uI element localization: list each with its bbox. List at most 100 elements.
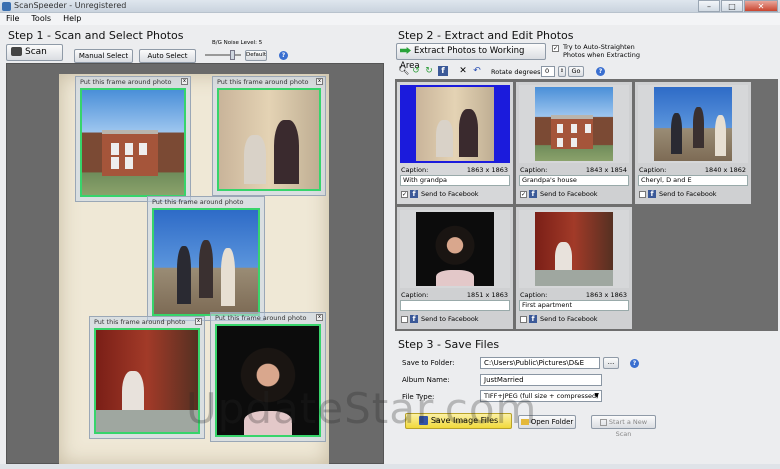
frame-label: Put this frame around photo [215, 314, 307, 322]
scanned-photo-house [80, 88, 186, 197]
facebook-icon: f [410, 315, 418, 323]
menu-file[interactable]: File [6, 13, 19, 25]
thumb-image [654, 87, 732, 161]
facebook-checkbox[interactable]: ✓ [520, 190, 527, 198]
scanned-photo-family [152, 208, 260, 316]
facebook-label: Send to Facebook [540, 190, 598, 198]
facebook-icon: f [529, 315, 537, 323]
browse-button[interactable]: ... [603, 357, 619, 369]
maximize-button[interactable]: □ [721, 0, 743, 12]
facebook-checkbox[interactable] [639, 190, 646, 198]
caption-label: Caption: [520, 166, 548, 174]
photo-thumb[interactable] [400, 85, 510, 163]
caption-input[interactable]: Grandpa's house [519, 175, 629, 186]
send-to-facebook[interactable]: f Send to Facebook [520, 315, 598, 323]
photo-thumb[interactable] [519, 210, 629, 288]
watermark: UpdateStar.com [186, 384, 538, 433]
auto-straighten-check[interactable]: ✓ [552, 45, 559, 52]
photo-card[interactable]: Caption: 1863 x 1863 First apartment f Se… [516, 207, 632, 329]
photo-card[interactable]: Caption: 1843 x 1854 Grandpa's house ✓ f S… [516, 82, 632, 204]
app-icon [2, 2, 11, 11]
manual-select-label: Manual Select [78, 52, 129, 60]
caption-input[interactable] [400, 300, 510, 311]
caption-input[interactable]: First apartment [519, 300, 629, 311]
photo-card[interactable]: Caption: 1863 x 1863 With grandpa ✓ f Send… [397, 82, 513, 204]
photo-dimensions: 1851 x 1863 [466, 291, 508, 299]
zoom-icon[interactable]: 🔍︎ [398, 66, 409, 76]
noise-slider-thumb[interactable] [230, 50, 235, 60]
facebook-icon: f [648, 190, 656, 198]
photo-card[interactable]: Caption: 1840 x 1862 Cheryl, D and E f Se… [635, 82, 751, 204]
photo-dimensions: 1863 x 1863 [466, 166, 508, 174]
thumb-image [416, 87, 494, 161]
auto-select-button[interactable]: Auto Select [139, 49, 196, 63]
photo-thumb[interactable] [638, 85, 748, 163]
extract-photos-button[interactable]: Extract Photos to Working Area [396, 43, 546, 71]
step2-heading: Step 2 - Extract and Edit Photos [398, 29, 574, 42]
facebook-label: Send to Facebook [540, 315, 598, 323]
frame-close-icon[interactable]: x [316, 78, 323, 85]
send-to-facebook[interactable]: ✓ f Send to Facebook [520, 190, 598, 198]
start-new-scan-button[interactable]: Start a New Scan [591, 415, 656, 438]
manual-select-button[interactable]: Manual Select [74, 49, 133, 63]
window-title: ScanSpeeder - Unregistered [14, 1, 127, 10]
photo-frame-3[interactable]: Put this frame around photo [147, 196, 265, 321]
frame-label: Put this frame around photo [94, 318, 186, 326]
photo-dimensions: 1843 x 1854 [585, 166, 627, 174]
photo-card[interactable]: Caption: 1851 x 1863 f Send to Facebook [397, 207, 513, 329]
menu-help[interactable]: Help [63, 13, 81, 25]
undo-icon[interactable]: ↶ [472, 66, 482, 76]
facebook-label: Send to Facebook [421, 315, 479, 323]
caption-label: Caption: [520, 291, 548, 299]
send-to-facebook[interactable]: f Send to Facebook [639, 190, 717, 198]
facebook-checkbox[interactable]: ✓ [401, 190, 408, 198]
photo-thumb[interactable] [519, 85, 629, 163]
caption-input[interactable]: Cheryl, D and E [638, 175, 748, 186]
close-button[interactable]: ✕ [744, 0, 778, 12]
photo-dimensions: 1863 x 1863 [585, 291, 627, 299]
frame-close-icon[interactable]: x [195, 318, 202, 325]
step2-help-icon[interactable]: ? [596, 67, 605, 76]
step1-help-icon[interactable]: ? [279, 51, 288, 60]
send-to-facebook[interactable]: ✓ f Send to Facebook [401, 190, 479, 198]
minimize-button[interactable]: – [698, 0, 720, 12]
new-scan-icon [599, 418, 607, 426]
delete-icon[interactable]: ✕ [458, 66, 468, 76]
menu-bar: File Tools Help [0, 13, 780, 25]
browse-label: ... [607, 358, 615, 366]
default-button[interactable]: Default [245, 50, 267, 61]
save-folder-input[interactable]: C:\Users\Public\Pictures\D&E [480, 357, 600, 369]
rotate-left-icon[interactable]: ↺ [411, 66, 421, 76]
rotate-degrees-input[interactable]: 0 [541, 66, 555, 77]
menu-tools[interactable]: Tools [31, 13, 51, 25]
thumb-image [535, 87, 613, 161]
step3-help-icon[interactable]: ? [630, 359, 639, 368]
frame-close-icon[interactable]: x [181, 78, 188, 85]
save-folder-label: Save to Folder: [402, 359, 455, 367]
auto-select-label: Auto Select [147, 52, 188, 60]
facebook-icon[interactable]: f [438, 66, 448, 76]
frame-close-icon[interactable]: x [316, 314, 323, 321]
auto-straighten-label: Try to Auto-Straighten Photos when Extra… [563, 43, 640, 59]
title-bar: ScanSpeeder - Unregistered – □ ✕ [0, 0, 780, 13]
rotate-spinner[interactable]: ⇕ [558, 66, 566, 77]
photo-frame-2[interactable]: Put this frame around photo x [212, 76, 326, 196]
photo-thumb[interactable] [400, 210, 510, 288]
step1-heading: Step 1 - Scan and Select Photos [8, 29, 184, 42]
caption-label: Caption: [639, 166, 667, 174]
facebook-checkbox[interactable] [520, 315, 527, 323]
send-to-facebook[interactable]: f Send to Facebook [401, 315, 479, 323]
working-area[interactable]: Caption: 1863 x 1863 With grandpa ✓ f Send… [395, 79, 778, 331]
facebook-label: Send to Facebook [659, 190, 717, 198]
chevron-down-icon: ▼ [594, 392, 599, 399]
frame-label: Put this frame around photo [80, 78, 172, 86]
thumb-image [416, 212, 494, 286]
scan-button-label: Scan [25, 47, 47, 57]
noise-slider[interactable] [205, 50, 241, 60]
caption-input[interactable]: With grandpa [400, 175, 510, 186]
photo-frame-1[interactable]: Put this frame around photo x [75, 76, 191, 202]
go-button[interactable]: Go [568, 66, 584, 77]
scan-button[interactable]: Scan [6, 44, 63, 61]
facebook-checkbox[interactable] [401, 315, 408, 323]
rotate-right-icon[interactable]: ↻ [424, 66, 434, 76]
